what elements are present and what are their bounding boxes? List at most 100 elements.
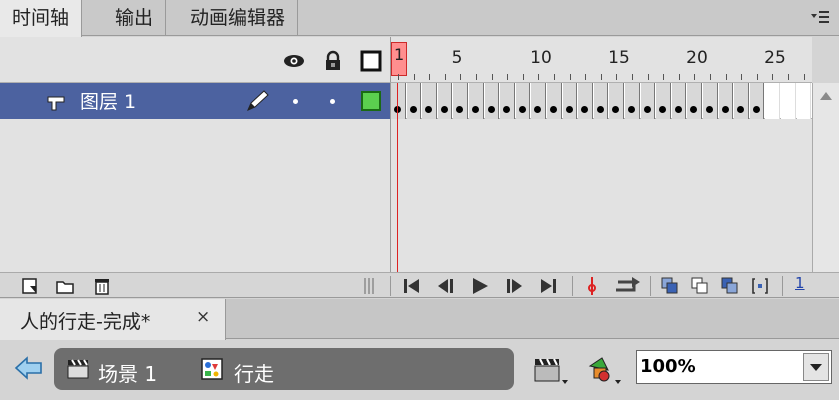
- panel-menu-icon[interactable]: [809, 6, 831, 28]
- ruler-tick: [429, 74, 431, 80]
- pencil-icon: [244, 89, 270, 113]
- keyframe-cell[interactable]: [500, 83, 515, 119]
- keyframe-cell[interactable]: [437, 83, 453, 119]
- keyframe-cell[interactable]: [531, 83, 546, 119]
- panel-tab-bar: 时间轴 输出 动画编辑器: [0, 0, 839, 37]
- back-arrow-icon[interactable]: [14, 355, 44, 381]
- breadcrumb-scene[interactable]: 场景 1: [98, 358, 157, 387]
- keyframe-cell[interactable]: [609, 83, 624, 119]
- edit-scene-icon[interactable]: [533, 354, 569, 386]
- frame-strip[interactable]: [391, 83, 812, 119]
- outline-square-icon[interactable]: [360, 50, 382, 72]
- lock-dot[interactable]: [330, 99, 335, 104]
- next-frame-icon[interactable]: [504, 276, 524, 296]
- layer-row[interactable]: 图层 1: [0, 83, 390, 119]
- eye-icon[interactable]: [283, 50, 305, 72]
- keyframe-cell[interactable]: [671, 83, 687, 119]
- zoom-value[interactable]: 100%: [640, 356, 696, 377]
- keyframe-dot: [690, 106, 698, 113]
- keyframe-cell[interactable]: [391, 83, 406, 119]
- keyframe-dot: [612, 106, 620, 113]
- onion-skin-icon[interactable]: [660, 276, 680, 296]
- edit-multiple-frames-icon[interactable]: [720, 276, 740, 296]
- loop-icon[interactable]: [612, 276, 642, 296]
- document-tab-title: 人的行走-完成*: [20, 311, 151, 333]
- keyframe-cell[interactable]: [422, 83, 437, 119]
- frame-count: 1: [795, 274, 805, 292]
- keyframe-cell[interactable]: [547, 83, 562, 119]
- keyframe-dot: [487, 106, 495, 113]
- keyframe-dot: [721, 106, 729, 113]
- ruler-label-20: 20: [686, 48, 708, 68]
- keyframe-cell[interactable]: [484, 83, 500, 119]
- keyframe-dot: [659, 106, 667, 113]
- empty-frame-cell[interactable]: [781, 83, 796, 119]
- keyframe-cell[interactable]: [593, 83, 609, 119]
- first-frame-icon[interactable]: [402, 276, 422, 296]
- center-frame-icon[interactable]: [582, 276, 602, 296]
- ruler-tick: [600, 74, 602, 80]
- new-layer-icon[interactable]: [20, 276, 40, 296]
- panel-resize-grip-icon[interactable]: [362, 276, 376, 296]
- tab-motion-editor[interactable]: 动画编辑器: [178, 0, 299, 36]
- ruler-tick: [554, 74, 555, 80]
- frame-ruler[interactable]: 1 5 10 15 20 25: [390, 37, 812, 83]
- keyframe-dot: [409, 106, 417, 113]
- frame-area[interactable]: [390, 83, 812, 272]
- keyframe-dot: [456, 106, 464, 113]
- scroll-up-icon[interactable]: [817, 87, 835, 105]
- outline-color-swatch[interactable]: [361, 91, 381, 111]
- keyframe-cell[interactable]: [734, 83, 749, 119]
- lock-icon[interactable]: [322, 50, 344, 72]
- onion-outline-icon[interactable]: [690, 276, 710, 296]
- keyframe-cell[interactable]: [578, 83, 593, 119]
- toolbar-separator: [782, 276, 783, 296]
- tab-motion-editor-label: 动画编辑器: [190, 7, 286, 29]
- keyframe-cell[interactable]: [562, 83, 578, 119]
- keyframe-dot: [472, 106, 479, 113]
- empty-frame-cell[interactable]: [796, 83, 812, 119]
- ruler-tick: [616, 74, 618, 80]
- visibility-dot[interactable]: [293, 99, 298, 104]
- layer-list: 图层 1: [0, 83, 390, 272]
- ruler-tick: [398, 74, 399, 80]
- keyframe-cell[interactable]: [453, 83, 468, 119]
- keyframe-cell[interactable]: [640, 83, 656, 119]
- keyframe-cell[interactable]: [749, 83, 765, 119]
- keyframe-cell[interactable]: [656, 83, 671, 119]
- ruler-tick: [694, 74, 696, 80]
- ruler-tick: [756, 74, 758, 80]
- previous-frame-icon[interactable]: [436, 276, 456, 296]
- new-folder-icon[interactable]: [55, 276, 75, 296]
- last-frame-icon[interactable]: [538, 276, 558, 296]
- ruler-tick: [710, 74, 711, 80]
- ruler-tick: [491, 74, 493, 80]
- delete-layer-icon[interactable]: [92, 276, 112, 296]
- keyframe-dot: [518, 106, 526, 113]
- ruler-tick: [507, 74, 509, 80]
- empty-frame-cell[interactable]: [765, 83, 780, 119]
- tab-timeline[interactable]: 时间轴: [0, 0, 83, 37]
- tab-output[interactable]: 输出: [103, 0, 167, 36]
- keyframe-cell[interactable]: [625, 83, 640, 119]
- breadcrumb-symbol[interactable]: 行走: [234, 358, 274, 387]
- keyframe-cell[interactable]: [515, 83, 531, 119]
- keyframe-cell[interactable]: [703, 83, 718, 119]
- layer-icon: [46, 92, 66, 112]
- close-icon[interactable]: ×: [196, 307, 210, 327]
- chevron-down-icon[interactable]: [803, 353, 829, 381]
- ruler-tick: [678, 74, 680, 80]
- modify-markers-icon[interactable]: [750, 276, 770, 296]
- keyframe-cell[interactable]: [718, 83, 734, 119]
- document-tab-bar: 人的行走-完成* ×: [0, 299, 839, 340]
- keyframe-cell[interactable]: [469, 83, 484, 119]
- vertical-scrollbar[interactable]: [812, 83, 839, 272]
- edit-symbols-icon[interactable]: [586, 354, 622, 386]
- document-tab[interactable]: 人的行走-完成* ×: [0, 299, 226, 340]
- keyframe-cell[interactable]: [687, 83, 702, 119]
- keyframe-cell[interactable]: [406, 83, 422, 119]
- ruler-tick: [632, 74, 633, 80]
- ruler-tick: [538, 74, 540, 80]
- zoom-combobox[interactable]: 100%: [636, 350, 832, 384]
- play-icon[interactable]: [470, 276, 490, 296]
